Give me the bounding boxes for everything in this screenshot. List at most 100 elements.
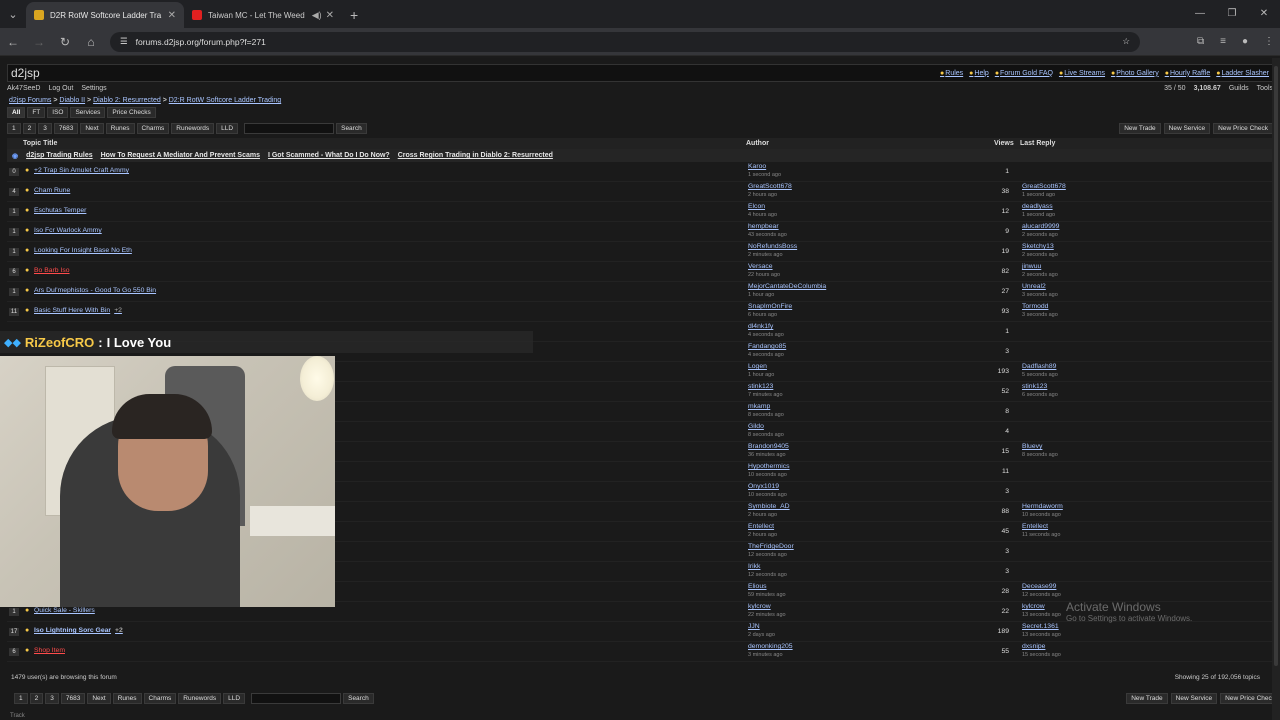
filter-price-checks[interactable]: Price Checks xyxy=(107,106,156,118)
ladder-slasher-link[interactable]: ●Ladder Slasher xyxy=(1216,70,1269,77)
new-service-button[interactable]: New Service xyxy=(1163,122,1211,134)
profile-avatar[interactable]: ● xyxy=(1242,36,1248,47)
page-scrollbar[interactable] xyxy=(1272,58,1280,720)
author-link[interactable]: Symbiote_AD xyxy=(748,503,790,511)
sticky-scammed-link[interactable]: I Got Scammed - What Do I Do Now? xyxy=(268,152,390,159)
pm-count[interactable]: 35 / 50 xyxy=(1164,85,1185,92)
author-link[interactable]: Brandon9405 xyxy=(748,443,789,451)
tab-youtube[interactable]: Taiwan MC - Let The Weed ◀) ✕ xyxy=(184,2,342,28)
last-reply-link[interactable]: Bluevy xyxy=(1022,443,1058,451)
topic-title-link[interactable]: Basic Stuff Here With Bin +2 xyxy=(34,307,122,314)
extensions-icon[interactable]: ⧉ xyxy=(1197,36,1204,47)
author-link[interactable]: hempbear xyxy=(748,223,787,231)
last-reply-link[interactable]: Unreal2 xyxy=(1022,283,1058,291)
author-link[interactable]: kylcrow xyxy=(748,603,786,611)
live-streams-link[interactable]: ●Live Streams xyxy=(1059,70,1105,77)
last-reply-link[interactable]: GreatScott678 xyxy=(1022,183,1066,191)
new-tab-button[interactable]: + xyxy=(350,7,358,23)
last-reply-link[interactable]: Decease99 xyxy=(1022,583,1061,591)
topic-title-link[interactable]: +2 Trap Sin Amulet Craft Ammy xyxy=(34,167,129,174)
speaker-icon[interactable]: ◀) xyxy=(312,10,322,21)
topic-title-link[interactable]: Looking For Insight Base No Eth xyxy=(34,247,132,254)
last-reply-link[interactable]: kylcrow xyxy=(1022,603,1061,611)
crumb-d2r[interactable]: Diablo 2: Resurrected xyxy=(93,97,161,104)
author-link[interactable]: Versace xyxy=(748,263,780,271)
filter-services[interactable]: Services xyxy=(70,106,106,118)
author-link[interactable]: dl4nk1fy xyxy=(748,323,784,331)
author-link[interactable]: GreatScott678 xyxy=(748,183,792,191)
lld-button[interactable]: LLD xyxy=(223,692,246,704)
settings-link[interactable]: Settings xyxy=(81,85,106,92)
next-button[interactable]: Next xyxy=(87,692,111,704)
site-info-icon[interactable]: ☰ xyxy=(120,36,128,47)
last-reply-link[interactable]: Entellect xyxy=(1022,523,1060,531)
close-icon[interactable]: ✕ xyxy=(326,10,334,21)
author-link[interactable]: TheFridgeDoor xyxy=(748,543,794,551)
close-icon[interactable]: ✕ xyxy=(168,10,176,21)
page-last[interactable]: 7683 xyxy=(53,122,79,134)
author-link[interactable]: Entellect xyxy=(748,523,777,531)
page-3[interactable]: 3 xyxy=(38,122,52,134)
last-reply-link[interactable]: Dadflash89 xyxy=(1022,363,1058,371)
reload-icon[interactable]: ↻ xyxy=(58,35,72,49)
runes-button[interactable]: Runes xyxy=(112,692,142,704)
gold-faq-link[interactable]: ●Forum Gold FAQ xyxy=(995,70,1053,77)
search-button[interactable]: Search xyxy=(336,122,367,134)
topic-title-link[interactable]: Bo Barb Iso xyxy=(34,267,70,274)
author-link[interactable]: NoRefundsBoss xyxy=(748,243,797,251)
rules-link[interactable]: ●Rules xyxy=(940,70,963,77)
sticky-rules-link[interactable]: d2jsp Trading Rules xyxy=(26,152,93,159)
minimize-icon[interactable]: — xyxy=(1184,0,1216,28)
author-link[interactable]: Logen xyxy=(748,363,774,371)
track-link[interactable]: Track xyxy=(10,713,25,719)
search-input[interactable] xyxy=(244,122,335,134)
new-trade-button[interactable]: New Trade xyxy=(1126,692,1168,704)
new-trade-button[interactable]: New Trade xyxy=(1119,122,1161,134)
author-link[interactable]: MejorCantateDeColumbia xyxy=(748,283,826,291)
filter-all[interactable]: All xyxy=(7,106,26,118)
last-reply-link[interactable]: deadlyass xyxy=(1022,203,1055,211)
tools-link[interactable]: Tools xyxy=(1257,85,1273,92)
back-icon[interactable]: ← xyxy=(6,35,20,49)
topic-pages[interactable]: +2 xyxy=(114,307,122,314)
logout-link[interactable]: Log Out xyxy=(48,85,73,92)
last-reply-link[interactable]: alucard9999 xyxy=(1022,223,1059,231)
crumb-diablo2[interactable]: Diablo II xyxy=(59,97,85,104)
runes-button[interactable]: Runes xyxy=(105,122,135,134)
last-reply-link[interactable]: jinwuu xyxy=(1022,263,1058,271)
author-link[interactable]: demonking205 xyxy=(748,643,793,651)
new-service-button[interactable]: New Service xyxy=(1170,692,1218,704)
last-reply-link[interactable]: Hermdaworm xyxy=(1022,503,1063,511)
topic-title-link[interactable]: Iso Lightning Sorc Gear +2 xyxy=(34,627,123,634)
page-2[interactable]: 2 xyxy=(29,692,44,704)
crumb-forum[interactable]: D2:R RotW Softcore Ladder Trading xyxy=(169,97,281,104)
photo-gallery-link[interactable]: ●Photo Gallery xyxy=(1111,70,1159,77)
runewords-button[interactable]: Runewords xyxy=(178,692,222,704)
tab-d2jsp[interactable]: D2R RotW Softcore Ladder Tra ✕ xyxy=(26,2,184,28)
menu-icon[interactable]: ⋮ xyxy=(1264,36,1274,47)
page-3[interactable]: 3 xyxy=(45,692,59,704)
author-link[interactable]: Elcon xyxy=(748,203,777,211)
filter-iso[interactable]: ISO xyxy=(47,106,69,118)
page-2[interactable]: 2 xyxy=(22,122,37,134)
filter-ft[interactable]: FT xyxy=(27,106,46,118)
topic-title-link[interactable]: Ars Dul'mephistos - Good To Go 550 Bin xyxy=(34,287,156,294)
author-link[interactable]: Elious xyxy=(748,583,786,591)
last-reply-link[interactable]: stink123 xyxy=(1022,383,1058,391)
crumb-forums[interactable]: d2jsp Forums xyxy=(9,97,51,104)
author-link[interactable]: JJN xyxy=(748,623,775,631)
close-window-icon[interactable]: ✕ xyxy=(1248,0,1280,28)
topic-title-link[interactable]: Eschutas Temper xyxy=(34,207,86,214)
last-reply-link[interactable]: Sketchy13 xyxy=(1022,243,1058,251)
guilds-link[interactable]: Guilds xyxy=(1229,85,1249,92)
url-field[interactable]: ☰ forums.d2jsp.org/forum.php?f=271 ☆ xyxy=(110,31,1140,52)
help-link[interactable]: ●Help xyxy=(969,70,989,77)
charms-button[interactable]: Charms xyxy=(143,692,177,704)
forward-icon[interactable]: → xyxy=(32,35,46,49)
author-link[interactable]: Onyx1019 xyxy=(748,483,787,491)
topic-pages[interactable]: +2 xyxy=(115,627,123,634)
page-last[interactable]: 7683 xyxy=(60,692,86,704)
author-link[interactable]: Karoo xyxy=(748,163,781,171)
topic-title-link[interactable]: Cham Rune xyxy=(34,187,70,194)
home-icon[interactable]: ⌂ xyxy=(84,35,98,49)
